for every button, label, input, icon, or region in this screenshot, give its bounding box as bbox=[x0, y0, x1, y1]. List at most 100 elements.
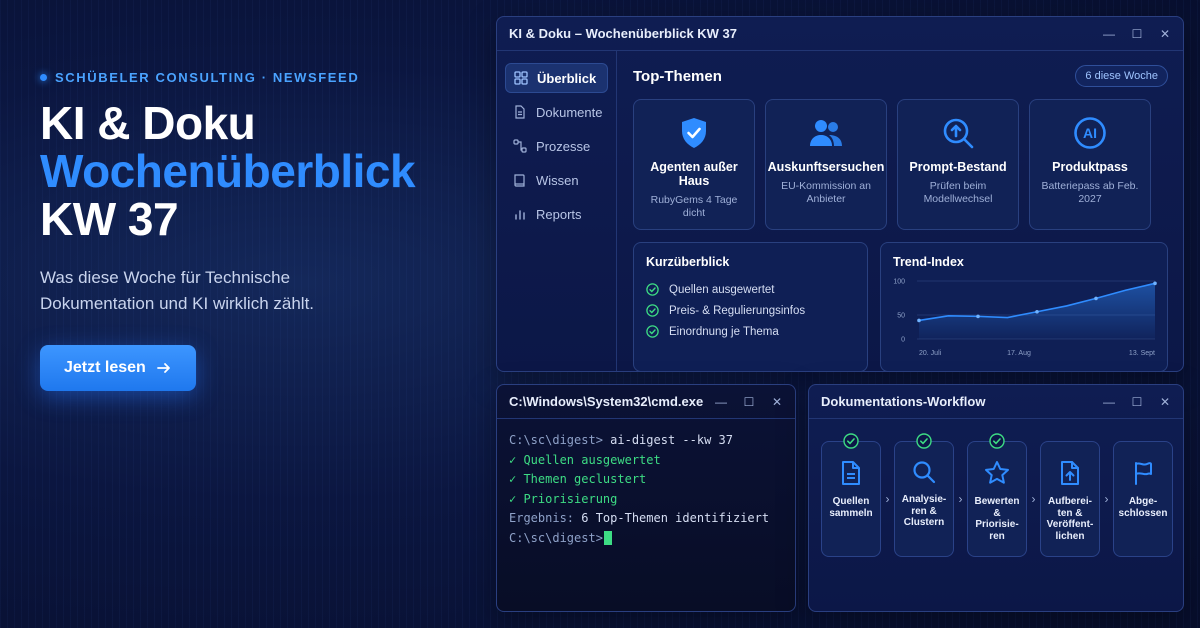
document-icon bbox=[842, 461, 860, 485]
count-badge[interactable]: 6 diese Woche bbox=[1075, 65, 1168, 87]
search-upload-icon bbox=[943, 118, 974, 149]
list-item: Quellen ausgewertet bbox=[646, 279, 855, 300]
check-circle-icon bbox=[646, 304, 659, 317]
search-icon bbox=[913, 461, 936, 484]
read-now-label: Jetzt lesen bbox=[64, 359, 146, 376]
summary-panel: Kurzüberblick Quellen ausgewertet Preis-… bbox=[633, 242, 868, 371]
trend-chart: 100 50 0 20. Juli 17. Aug 13. Sept bbox=[893, 279, 1157, 357]
close-button[interactable]: ✕ bbox=[1159, 395, 1171, 409]
maximize-button[interactable]: ☐ bbox=[1131, 395, 1143, 409]
workflow-steps: Quellen sammeln › Analysie- ren & Cluste… bbox=[821, 433, 1173, 557]
sidebar-item-reports[interactable]: Reports bbox=[505, 199, 608, 229]
x-tick-label: 17. Aug bbox=[1007, 350, 1031, 357]
read-now-button[interactable]: Jetzt lesen bbox=[40, 345, 196, 391]
overview-content: Top-Themen 6 diese Woche Agenten außer H… bbox=[618, 51, 1183, 371]
terminal-line: C:\sc\digest> ai-digest --kw 37 bbox=[509, 431, 783, 451]
result-label: Ergebnis: bbox=[509, 511, 575, 525]
trend-point bbox=[1035, 309, 1039, 314]
close-button[interactable]: ✕ bbox=[771, 395, 783, 409]
topic-card-title: Auskunftsersuchen bbox=[767, 160, 885, 174]
minimize-button[interactable]: — bbox=[1103, 27, 1115, 41]
step-label: Analysie- ren & Clustern bbox=[901, 494, 947, 528]
topic-card-subtitle: RubyGems 4 Tage dicht bbox=[650, 194, 738, 219]
sidebar-item-label: Prozesse bbox=[536, 138, 591, 154]
sidebar: Überblick Dokumente Prozesse Wissen Repo… bbox=[497, 51, 617, 371]
topic-card-subtitle: EU-Kommission an Anbieter bbox=[781, 180, 871, 205]
minimize-button[interactable]: — bbox=[715, 395, 727, 409]
summary-item-text: Quellen ausgewertet bbox=[669, 283, 775, 296]
terminal-titlebar: C:\Windows\System32\cmd.exe — ☐ ✕ bbox=[497, 385, 795, 419]
summary-item-text: Preis- & Regulierungsinfos bbox=[669, 304, 806, 317]
step-done-icon bbox=[989, 433, 1005, 449]
sidebar-item-documents[interactable]: Dokumente bbox=[505, 97, 608, 127]
hero-title-line-1: KI & Doku bbox=[40, 97, 256, 149]
minimize-button[interactable]: — bbox=[1103, 395, 1115, 409]
overview-titlebar: KI & Doku – Wochenüberblick KW 37 — ☐ ✕ bbox=[497, 17, 1183, 51]
trend-point bbox=[1153, 281, 1157, 286]
users-icon bbox=[810, 120, 842, 146]
chevron-right-icon: › bbox=[958, 492, 963, 506]
ai-icon: AI bbox=[1074, 117, 1106, 149]
star-icon bbox=[985, 461, 1009, 484]
terminal-line: C:\sc\digest> bbox=[509, 529, 783, 549]
y-tick-label: 50 bbox=[897, 313, 905, 320]
sidebar-item-label: Überblick bbox=[537, 70, 597, 86]
topic-card[interactable]: Auskunftsersuchen EU-Kommission an Anbie… bbox=[765, 99, 887, 230]
kicker: SCHÜBELER CONSULTING · NEWSFEED bbox=[40, 70, 470, 85]
close-button[interactable]: ✕ bbox=[1159, 27, 1171, 41]
chevron-right-icon: › bbox=[1104, 492, 1109, 506]
terminal-line: ✓ Quellen ausgewertet bbox=[509, 452, 661, 467]
step-label: Quellen sammeln bbox=[829, 496, 873, 519]
sidebar-item-label: Wissen bbox=[536, 172, 579, 188]
terminal-window-title: C:\Windows\System32\cmd.exe bbox=[509, 394, 704, 409]
workflow-window-title: Dokumentations-Workflow bbox=[821, 394, 986, 409]
step-done-icon bbox=[916, 433, 932, 449]
chevron-right-icon: › bbox=[885, 492, 890, 506]
hero-title-line-2: Wochenüberblick bbox=[40, 145, 416, 197]
workflow-window: Dokumentations-Workflow — ☐ ✕ Quellen sa… bbox=[808, 384, 1184, 612]
workflow-step-analyze[interactable]: Analysie- ren & Clustern bbox=[894, 433, 954, 557]
summary-item-text: Einordnung je Thema bbox=[669, 325, 779, 338]
overview-window: KI & Doku – Wochenüberblick KW 37 — ☐ ✕ … bbox=[496, 16, 1184, 372]
topic-card-subtitle: Batteriepass ab Feb. 2027 bbox=[1041, 180, 1139, 205]
topic-card[interactable]: Agenten außer Haus RubyGems 4 Tage dicht bbox=[633, 99, 755, 230]
terminal-output[interactable]: C:\sc\digest> ai-digest --kw 37 ✓ Quelle… bbox=[497, 419, 795, 560]
topic-card-title: Prompt-Bestand bbox=[909, 160, 1007, 174]
maximize-button[interactable]: ☐ bbox=[1131, 27, 1143, 41]
workflow-step-collect[interactable]: Quellen sammeln bbox=[821, 433, 881, 557]
trend-point bbox=[1094, 296, 1098, 301]
topic-card[interactable]: Prompt-Bestand Prüfen beim Modellwechsel bbox=[897, 99, 1019, 230]
sidebar-item-processes[interactable]: Prozesse bbox=[505, 131, 608, 161]
y-tick-label: 0 bbox=[901, 337, 905, 344]
terminal-line: Ergebnis: 6 Top-Themen identifiziert bbox=[509, 509, 783, 529]
upload-file-icon bbox=[1061, 461, 1079, 485]
document-icon bbox=[515, 105, 525, 119]
x-tick-label: 13. Sept bbox=[1129, 350, 1155, 357]
workflow-step-evaluate[interactable]: Bewerten & Priorisie- ren bbox=[967, 433, 1027, 557]
sidebar-item-knowledge[interactable]: Wissen bbox=[505, 165, 608, 195]
terminal-window: C:\Windows\System32\cmd.exe — ☐ ✕ C:\sc\… bbox=[496, 384, 796, 612]
overview-window-title: KI & Doku – Wochenüberblick KW 37 bbox=[509, 26, 738, 41]
kicker-text: SCHÜBELER CONSULTING · NEWSFEED bbox=[55, 70, 360, 85]
check-circle-icon bbox=[646, 283, 659, 296]
sidebar-item-overview[interactable]: Überblick bbox=[505, 63, 608, 93]
workflow-step-done[interactable]: Abge- schlossen bbox=[1113, 441, 1173, 557]
section-title: Top-Themen bbox=[633, 67, 722, 85]
list-item: Einordnung je Thema bbox=[646, 321, 855, 342]
terminal-prompt: C:\sc\digest> bbox=[509, 530, 603, 545]
topic-card[interactable]: AI Produktpass Batteriepass ab Feb. 2027 bbox=[1029, 99, 1151, 230]
step-label: Bewerten & Priorisie- ren bbox=[974, 496, 1020, 542]
sidebar-item-label: Dokumente bbox=[536, 104, 603, 120]
y-tick-label: 100 bbox=[893, 279, 905, 286]
terminal-cursor bbox=[603, 531, 612, 545]
result-value: 6 Top-Themen identifiziert bbox=[574, 511, 770, 525]
topic-card-title: Produktpass bbox=[1052, 160, 1128, 174]
workflow-step-publish[interactable]: Aufberei- ten & Veröffent- lichen bbox=[1040, 441, 1100, 557]
kicker-dot bbox=[40, 74, 47, 81]
list-item: Preis- & Regulierungsinfos bbox=[646, 300, 855, 321]
trend-point bbox=[917, 318, 921, 323]
svg-text:AI: AI bbox=[1083, 125, 1097, 141]
terminal-prompt: C:\sc\digest> bbox=[509, 433, 603, 447]
maximize-button[interactable]: ☐ bbox=[743, 395, 755, 409]
terminal-line: ✓ Priorisierung bbox=[509, 491, 618, 506]
